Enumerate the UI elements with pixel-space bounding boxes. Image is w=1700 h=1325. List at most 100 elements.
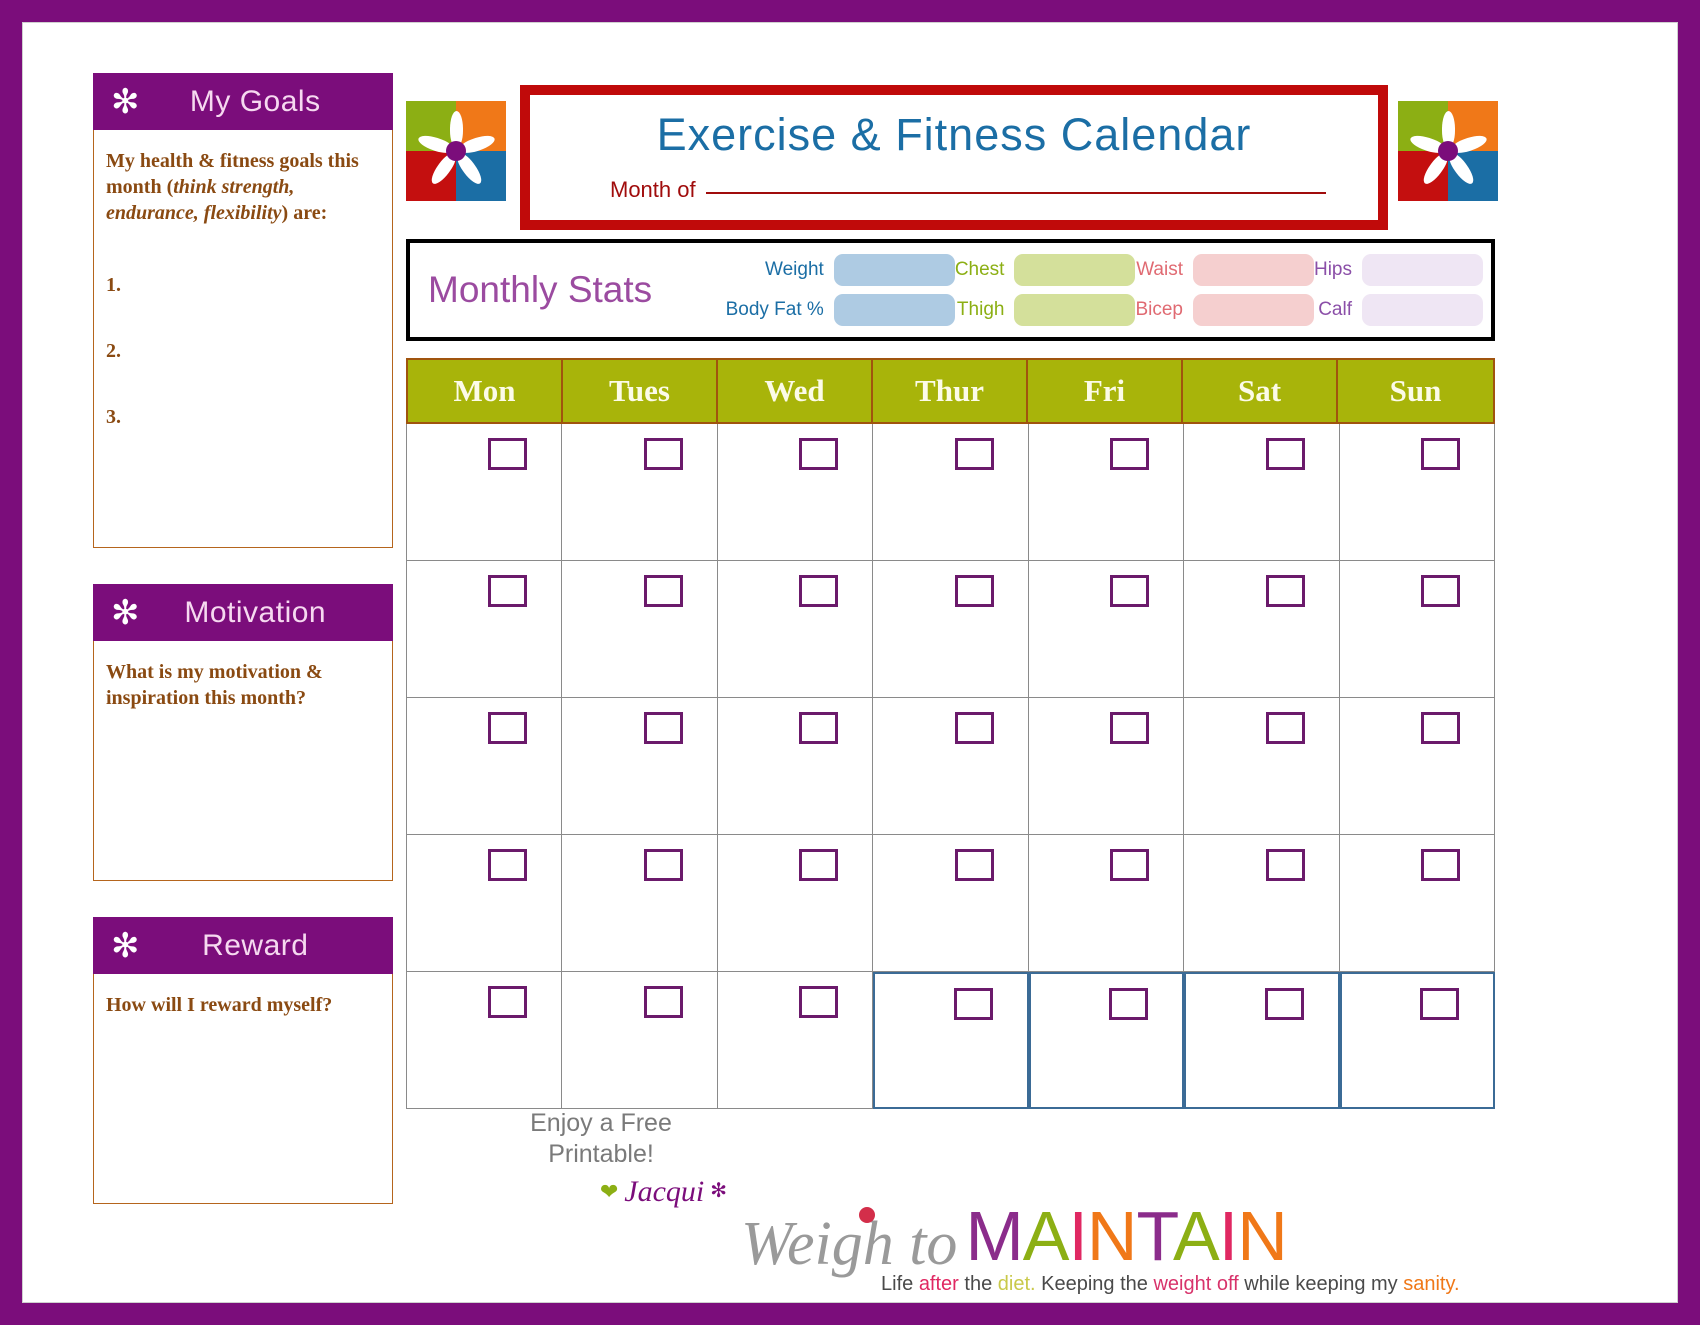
checkbox[interactable] <box>1110 438 1150 470</box>
stat-input-weight[interactable] <box>833 254 955 286</box>
calendar-cell[interactable] <box>717 698 874 835</box>
tagline-weight-off: weight off <box>1153 1273 1239 1295</box>
brand-letter-6: I <box>1218 1197 1238 1275</box>
calendar-cell[interactable] <box>1184 561 1340 698</box>
calendar-cell[interactable] <box>1028 698 1185 835</box>
panel-body-reward[interactable]: How will I reward myself? <box>93 974 393 1204</box>
calendar-cell[interactable] <box>1184 424 1340 561</box>
checkbox[interactable] <box>1421 712 1460 744</box>
calendar-cell[interactable] <box>717 835 874 972</box>
calendar-cell[interactable] <box>717 972 874 1109</box>
checkbox[interactable] <box>1110 849 1150 881</box>
month-of-blank-line[interactable] <box>705 192 1326 194</box>
calendar-cell[interactable] <box>562 835 718 972</box>
day-header-wed: Wed <box>718 360 873 422</box>
panel-body-my-goals[interactable]: My health & fitness goals this month (th… <box>93 130 393 548</box>
calendar-cell[interactable] <box>407 424 563 561</box>
calendar-cell[interactable] <box>717 424 874 561</box>
checkbox[interactable] <box>488 849 528 881</box>
checkbox[interactable] <box>1421 438 1460 470</box>
checkbox[interactable] <box>1420 988 1459 1020</box>
calendar-cell[interactable] <box>873 972 1029 1109</box>
calendar-cell[interactable] <box>1184 698 1340 835</box>
stat-input-bicep[interactable] <box>1192 294 1314 326</box>
calendar-cell[interactable] <box>407 972 563 1109</box>
checkbox[interactable] <box>1110 575 1150 607</box>
checkbox[interactable] <box>488 712 528 744</box>
checkbox[interactable] <box>954 712 994 744</box>
checkbox[interactable] <box>643 575 683 607</box>
checkbox[interactable] <box>643 849 683 881</box>
sidebar: ✻ My Goals My health & fitness goals thi… <box>93 73 393 1240</box>
panel-my-goals: ✻ My Goals My health & fitness goals thi… <box>93 73 393 548</box>
calendar-cell[interactable] <box>1028 835 1185 972</box>
calendar-cell[interactable] <box>873 698 1029 835</box>
calendar-cell[interactable] <box>1339 561 1495 698</box>
stat-input-chest[interactable] <box>1014 254 1136 286</box>
checkbox[interactable] <box>1265 438 1305 470</box>
calendar-cell[interactable] <box>562 424 718 561</box>
stat-input-waist[interactable] <box>1192 254 1314 286</box>
calendar-cell[interactable] <box>1184 972 1340 1109</box>
checkbox[interactable] <box>1265 849 1305 881</box>
calendar-cell[interactable] <box>407 698 563 835</box>
brand-wordmark: Weigh to MAINTAIN <box>741 1201 1421 1275</box>
month-of-field[interactable]: Month of <box>552 177 1356 203</box>
asterisk-icon: ✻ <box>111 81 140 122</box>
calendar-cell[interactable] <box>407 835 563 972</box>
checkbox[interactable] <box>488 986 528 1018</box>
checkbox[interactable] <box>799 986 839 1018</box>
stat-input-calf[interactable] <box>1362 294 1483 326</box>
calendar-cell[interactable] <box>1339 972 1495 1109</box>
checkbox[interactable] <box>1421 575 1460 607</box>
calendar-cell[interactable] <box>1184 835 1340 972</box>
checkbox[interactable] <box>799 712 839 744</box>
goal-item-3[interactable]: 3. <box>106 404 380 430</box>
calendar-cell[interactable] <box>717 561 874 698</box>
checkbox[interactable] <box>1421 849 1460 881</box>
stat-input-thigh[interactable] <box>1014 294 1136 326</box>
checkbox[interactable] <box>488 438 528 470</box>
calendar-cell[interactable] <box>1028 972 1185 1109</box>
calendar-cell[interactable] <box>873 424 1029 561</box>
checkbox[interactable] <box>1264 988 1304 1020</box>
checkbox[interactable] <box>488 575 528 607</box>
calendar-cell[interactable] <box>873 835 1029 972</box>
panel-body-motivation[interactable]: What is my motivation & inspiration this… <box>93 641 393 881</box>
checkbox[interactable] <box>1109 988 1149 1020</box>
asterisk-icon: ✻ <box>111 592 140 633</box>
reward-prompt: How will I reward myself? <box>106 994 333 1016</box>
calendar-cell[interactable] <box>1339 424 1495 561</box>
calendar-cell[interactable] <box>1339 698 1495 835</box>
checkbox[interactable] <box>799 438 839 470</box>
checkbox[interactable] <box>643 986 683 1018</box>
checkbox[interactable] <box>1265 575 1305 607</box>
checkbox[interactable] <box>643 438 683 470</box>
checkbox[interactable] <box>799 575 839 607</box>
checkbox[interactable] <box>953 988 993 1020</box>
calendar-body-grid <box>406 424 1495 1109</box>
checkbox[interactable] <box>643 712 683 744</box>
calendar-cell[interactable] <box>562 561 718 698</box>
checkbox[interactable] <box>954 849 994 881</box>
goal-item-2[interactable]: 2. <box>106 338 380 364</box>
calendar-cell[interactable] <box>1028 561 1185 698</box>
stat-input-hips[interactable] <box>1362 254 1483 286</box>
day-header-tues: Tues <box>563 360 718 422</box>
calendar-cell[interactable] <box>562 972 718 1109</box>
calendar-cell[interactable] <box>1028 424 1185 561</box>
calendar-cell[interactable] <box>1339 835 1495 972</box>
checkbox[interactable] <box>1265 712 1305 744</box>
stat-input-body-fat[interactable] <box>833 294 955 326</box>
checkbox[interactable] <box>799 849 839 881</box>
goal-item-1[interactable]: 1. <box>106 272 380 298</box>
checkbox[interactable] <box>954 575 994 607</box>
calendar-cell[interactable] <box>562 698 718 835</box>
calendar-cell[interactable] <box>873 561 1029 698</box>
stat-chest: Chest <box>955 254 1136 286</box>
checkbox[interactable] <box>1110 712 1150 744</box>
calendar-cell[interactable] <box>407 561 563 698</box>
stat-label-body-fat: Body Fat % <box>725 299 824 320</box>
goals-prompt-part2: ) are: <box>281 202 328 224</box>
checkbox[interactable] <box>954 438 994 470</box>
